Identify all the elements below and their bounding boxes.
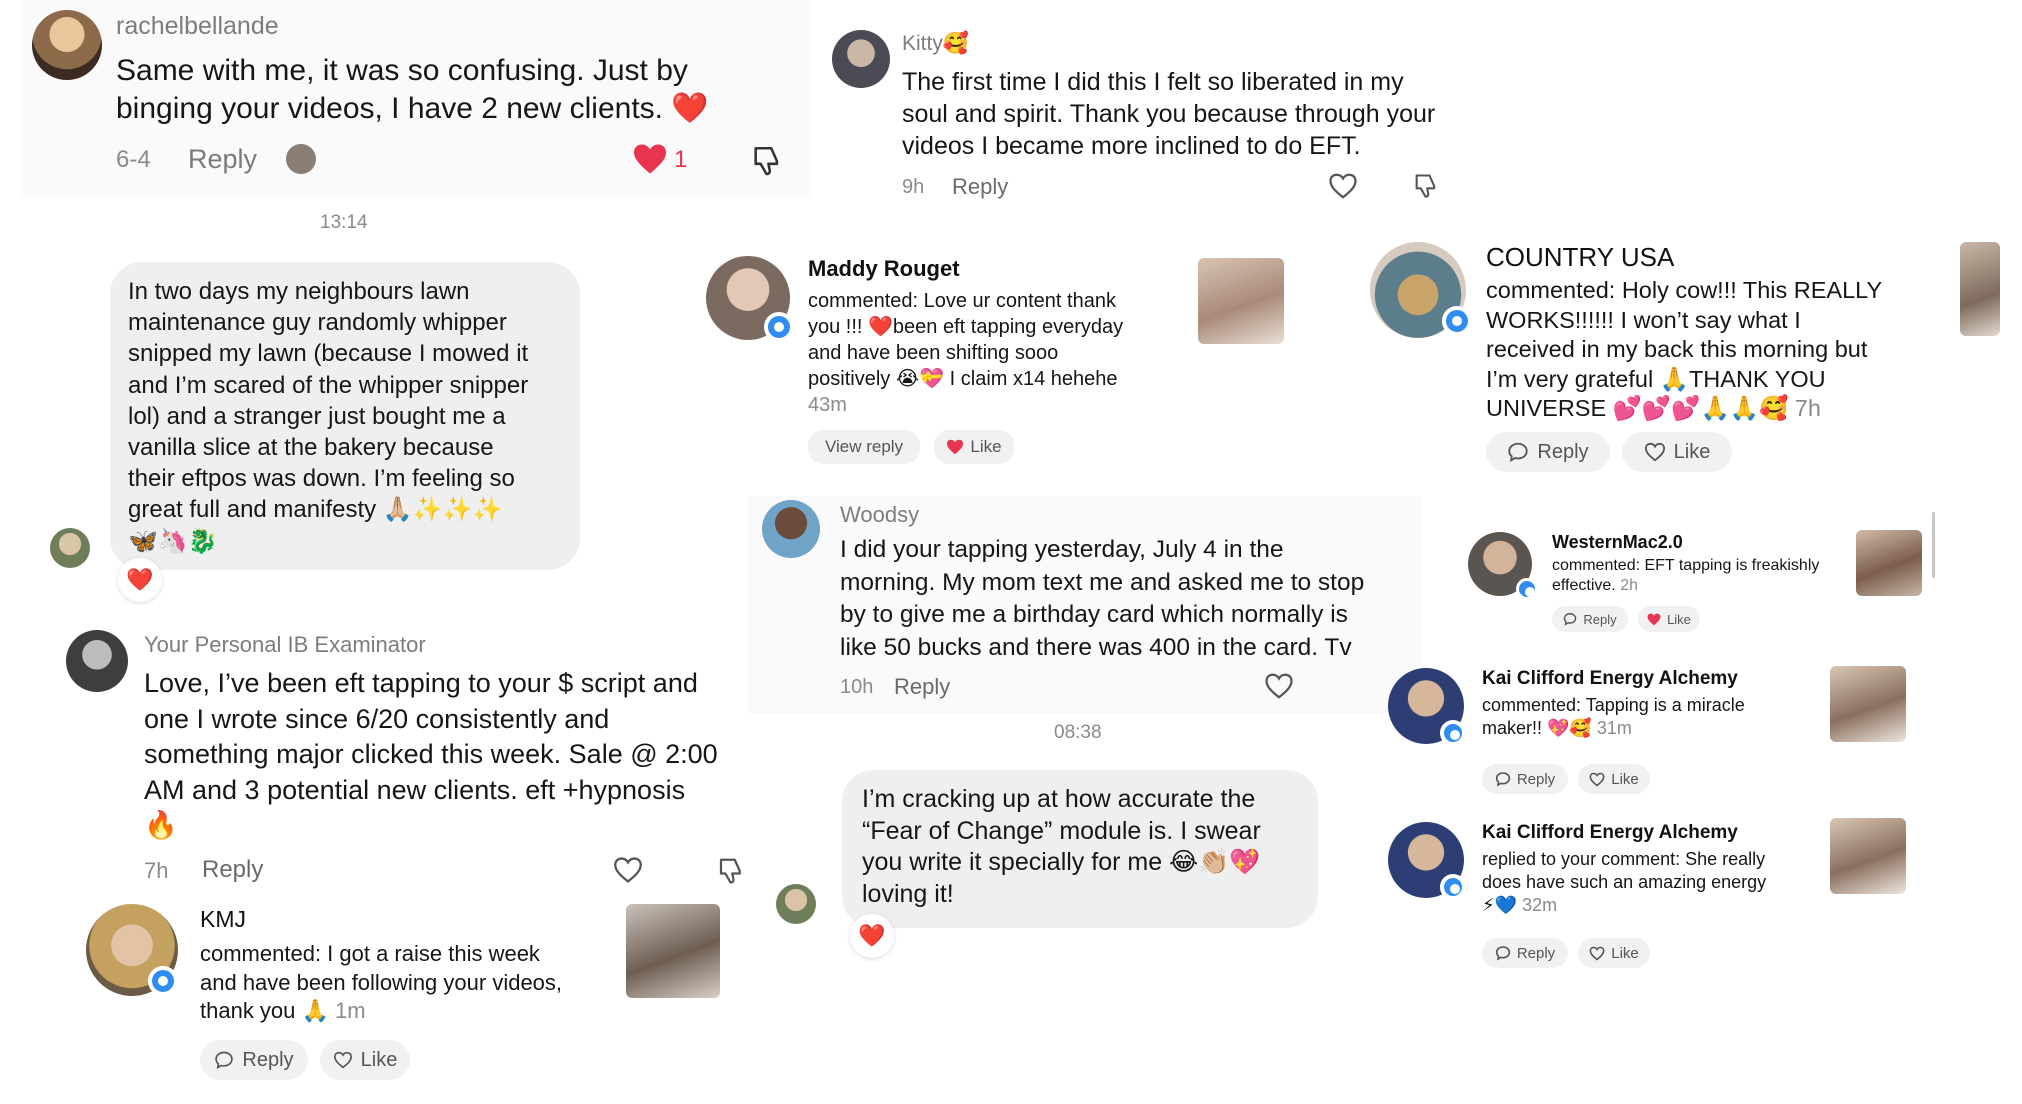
comment-kai-clifford-1: Kai Clifford Energy Alchemy commented: T… — [1382, 664, 1942, 794]
reply-button[interactable]: Reply — [202, 856, 263, 884]
heart-icon — [1644, 442, 1665, 462]
heart-icon[interactable] — [612, 856, 644, 884]
username[interactable]: Kitty🥰 — [902, 32, 969, 56]
username[interactable]: Kai Clifford Energy Alchemy — [1482, 668, 1738, 690]
video-thumbnail[interactable] — [1830, 666, 1906, 742]
message-text: In two days my neighbours lawn maintenan… — [128, 278, 529, 555]
verified-badge — [1516, 578, 1538, 600]
like-button[interactable]: Like — [320, 1040, 410, 1080]
comment-text: commented: EFT tapping is freakishly eff… — [1552, 557, 1820, 594]
video-thumbnail[interactable] — [1198, 258, 1284, 344]
comment-date: 6-4 — [116, 146, 151, 173]
verified-badge — [764, 312, 794, 342]
speech-bubble-icon — [1508, 442, 1529, 462]
username[interactable]: COUNTRY USA — [1486, 242, 1674, 273]
like-button[interactable]: Like — [934, 430, 1014, 464]
message-timestamp: 08:38 — [1054, 722, 1102, 743]
reply-button[interactable]: Reply — [952, 174, 1008, 200]
message-timestamp: 13:14 — [320, 212, 368, 233]
comment-kitty: Kitty🥰 The first time I did this I felt … — [820, 20, 1460, 200]
reply-button[interactable]: Reply — [1482, 764, 1568, 794]
message-bubble: I’m cracking up at how accurate the “Fea… — [842, 770, 1318, 928]
username[interactable]: WesternMac2.0 — [1552, 532, 1683, 553]
creator-liked-avatar — [286, 144, 316, 174]
like-count: 1 — [674, 146, 688, 173]
verified-badge — [1440, 720, 1466, 746]
avatar[interactable] — [32, 10, 102, 80]
video-thumbnail[interactable] — [1830, 818, 1906, 894]
view-reply-button[interactable]: View reply — [808, 430, 920, 464]
username[interactable]: Your Personal IB Examinator — [144, 632, 426, 658]
reply-button[interactable]: Reply — [894, 674, 950, 700]
avatar[interactable] — [832, 30, 890, 88]
speech-bubble-icon — [1495, 772, 1510, 787]
avatar[interactable] — [66, 630, 128, 692]
speech-bubble-icon — [1564, 613, 1577, 626]
video-thumbnail[interactable] — [626, 904, 720, 998]
comment-kmj: KMJ commented: I got a raise this week a… — [84, 900, 734, 1096]
like-button[interactable]: Like — [1638, 606, 1700, 632]
video-thumbnail[interactable] — [1960, 242, 2000, 336]
heart-liked-icon[interactable] — [632, 143, 668, 175]
heart-filled-icon — [1647, 613, 1661, 625]
comment-text: commented: Tapping is a miracle maker!! … — [1482, 695, 1745, 738]
reply-button[interactable]: Reply — [188, 144, 257, 175]
comment-text: commented: Holy cow!!! This REALLY WORKS… — [1486, 277, 1883, 421]
verified-badge — [1442, 306, 1472, 336]
username[interactable]: rachelbellande — [116, 12, 279, 41]
comment-text: Love, I’ve been eft tapping to your $ sc… — [144, 668, 718, 840]
scrollbar[interactable] — [1932, 512, 1935, 578]
heart-icon — [1589, 772, 1605, 787]
reply-button[interactable]: Reply — [200, 1040, 308, 1080]
reply-button[interactable]: Reply — [1486, 432, 1610, 472]
message-text: I’m cracking up at how accurate the “Fea… — [862, 785, 1261, 908]
reply-button[interactable]: Reply — [1552, 606, 1628, 632]
like-button[interactable]: Like — [1578, 938, 1650, 968]
comment-time: 9h — [902, 176, 925, 198]
verified-badge — [148, 966, 178, 996]
video-thumbnail[interactable] — [1856, 530, 1922, 596]
heart-icon — [333, 1051, 352, 1069]
comment-text: I did your tapping yesterday, July 4 in … — [840, 536, 1365, 661]
reaction-heart[interactable]: ❤️ — [118, 558, 162, 602]
comment-text: replied to your comment: She really does… — [1482, 849, 1767, 915]
speech-bubble-icon — [1495, 946, 1510, 961]
message-bubble: In two days my neighbours lawn maintenan… — [110, 262, 580, 570]
avatar[interactable] — [762, 500, 820, 558]
heart-icon[interactable] — [1264, 672, 1294, 700]
verified-badge — [1440, 874, 1466, 900]
comment-ib-examinator: Your Personal IB Examinator Love, I’ve b… — [60, 626, 760, 888]
dislike-icon[interactable] — [1412, 172, 1440, 200]
comment-westernmac: WesternMac2.0 commented: EFT tapping is … — [1460, 524, 1980, 644]
comment-woodsy: Woodsy I did your tapping yesterday, Jul… — [748, 496, 1422, 714]
comment-text: Same with me, it was so confusing. Just … — [116, 54, 709, 125]
comment-time: 7h — [144, 858, 169, 883]
dislike-icon[interactable] — [716, 856, 746, 886]
comment-time: 10h — [840, 676, 874, 698]
like-button[interactable]: Like — [1578, 764, 1650, 794]
heart-icon — [1589, 946, 1605, 961]
reaction-heart[interactable]: ❤️ — [850, 914, 894, 958]
comment-maddy-rouget: Maddy Rouget commented: Love ur content … — [700, 250, 1300, 470]
like-button[interactable]: Like — [1622, 432, 1732, 472]
comment-country-usa: COUNTRY USA commented: Holy cow!!! This … — [1360, 236, 2000, 486]
avatar[interactable] — [50, 528, 90, 568]
comment-kai-clifford-2: Kai Clifford Energy Alchemy replied to y… — [1382, 818, 1942, 968]
comment-text: The first time I did this I felt so libe… — [902, 68, 1436, 160]
username[interactable]: Maddy Rouget — [808, 256, 960, 282]
comment-text: commented: I got a raise this week and h… — [200, 941, 563, 1023]
heart-filled-icon — [947, 439, 964, 455]
dislike-icon[interactable] — [750, 144, 784, 178]
username[interactable]: KMJ — [200, 906, 246, 933]
comment-text: commented: Love ur content thank you !!!… — [808, 290, 1124, 416]
username[interactable]: Woodsy — [840, 502, 919, 528]
avatar[interactable] — [776, 884, 816, 924]
comment-rachelbellande: rachelbellande Same with me, it was so c… — [22, 0, 810, 196]
speech-bubble-icon — [215, 1051, 234, 1070]
username[interactable]: Kai Clifford Energy Alchemy — [1482, 822, 1738, 844]
reply-button[interactable]: Reply — [1482, 938, 1568, 968]
heart-icon[interactable] — [1328, 172, 1358, 200]
